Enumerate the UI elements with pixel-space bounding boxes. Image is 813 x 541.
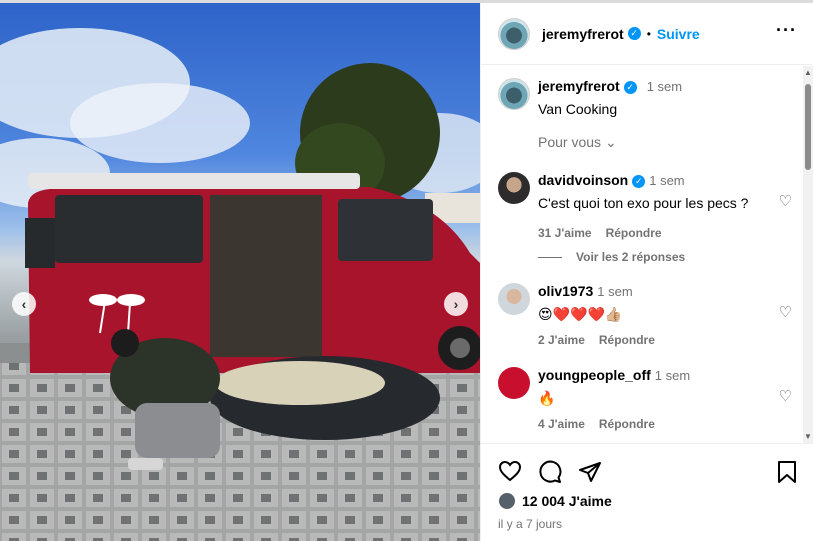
reply-button[interactable]: Répondre bbox=[606, 226, 662, 240]
view-replies-label: Voir les 2 réponses bbox=[576, 250, 686, 264]
replies-line bbox=[538, 257, 562, 259]
heart-icon[interactable]: ♡ bbox=[779, 303, 792, 321]
commenter-avatar[interactable] bbox=[498, 283, 530, 315]
chevron-down-icon: ⌄ bbox=[604, 134, 617, 150]
reply-button[interactable]: Répondre bbox=[599, 417, 655, 431]
liker-avatar bbox=[498, 492, 516, 510]
comment-username[interactable]: oliv1973 bbox=[538, 283, 593, 299]
post-details-panel: jeremyfrerot ✓ • Suivre ··· jeremyfrerot… bbox=[480, 3, 813, 541]
share-icon[interactable] bbox=[578, 460, 602, 484]
caption-username[interactable]: jeremyfrerot bbox=[538, 78, 620, 94]
follow-button[interactable]: Suivre bbox=[657, 26, 700, 42]
commenter-avatar[interactable] bbox=[498, 172, 530, 204]
likes-count: 12 004 bbox=[522, 493, 565, 509]
verified-badge-icon: ✓ bbox=[627, 27, 641, 40]
comment-item: youngpeople_off 1 sem 🔥 4 J'aime Répondre … bbox=[498, 367, 798, 443]
post-actions: 12 004 J'aime il y a 7 jours bbox=[481, 443, 813, 541]
comment-time[interactable]: 1 sem bbox=[597, 284, 632, 299]
for-you-toggle[interactable]: Pour vous ⌄ bbox=[538, 134, 617, 151]
view-replies-button[interactable]: Voir les 2 réponses bbox=[538, 250, 685, 264]
comment-likes[interactable]: 2 J'aime bbox=[538, 333, 585, 347]
heart-icon[interactable]: ♡ bbox=[779, 192, 792, 210]
heart-icon[interactable]: ♡ bbox=[779, 387, 792, 405]
author-username[interactable]: jeremyfrerot bbox=[542, 26, 624, 42]
previous-photo-button[interactable]: ‹ bbox=[12, 292, 36, 316]
post-header: jeremyfrerot ✓ • Suivre ··· bbox=[481, 3, 813, 65]
caption-row: jeremyfrerot ✓ 1 sem Van Cooking bbox=[498, 78, 798, 168]
bookmark-icon[interactable] bbox=[777, 460, 797, 484]
more-icon[interactable]: ··· bbox=[776, 21, 797, 39]
comment-likes[interactable]: 4 J'aime bbox=[538, 417, 585, 431]
post-viewer: ‹ › jeremyfrerot ✓ • Suivre ··· jeremyfr… bbox=[0, 0, 813, 541]
comment-time[interactable]: 1 sem bbox=[655, 368, 690, 383]
comments-scrollbar[interactable]: ▲ ▼ bbox=[803, 66, 813, 443]
comment-likes[interactable]: 31 J'aime bbox=[538, 226, 592, 240]
comment-item: oliv1973 1 sem 😍❤️❤️❤️👍🏼 2 J'aime Répondre… bbox=[498, 283, 798, 363]
caption-time[interactable]: 1 sem bbox=[647, 79, 682, 94]
next-photo-button[interactable]: › bbox=[444, 292, 468, 316]
verified-badge-icon: ✓ bbox=[632, 175, 646, 188]
comments-list[interactable]: jeremyfrerot ✓ 1 sem Van Cooking Pour vous… bbox=[481, 66, 813, 443]
comment-time[interactable]: 1 sem bbox=[649, 173, 684, 188]
scrollbar-thumb[interactable] bbox=[805, 84, 811, 170]
verified-badge-icon: ✓ bbox=[623, 81, 637, 94]
van-photo-illustration bbox=[0, 28, 480, 541]
caption-text: Van Cooking bbox=[538, 101, 618, 117]
comment-text: 🔥 bbox=[538, 390, 556, 406]
heart-icon[interactable] bbox=[498, 460, 522, 482]
likes-summary[interactable]: 12 004 J'aime bbox=[498, 492, 612, 510]
for-you-label: Pour vous bbox=[538, 134, 602, 150]
reply-button[interactable]: Répondre bbox=[599, 333, 655, 347]
commenter-avatar[interactable] bbox=[498, 367, 530, 399]
likes-label: J'aime bbox=[568, 493, 612, 509]
comment-text: C'est quoi ton exo pour les pecs ? bbox=[538, 195, 749, 211]
scroll-down-icon[interactable]: ▼ bbox=[804, 432, 812, 441]
comment-text: 😍❤️❤️❤️👍🏼 bbox=[538, 306, 623, 322]
comment-username[interactable]: youngpeople_off bbox=[538, 367, 651, 383]
post-photo[interactable]: ‹ › bbox=[0, 3, 480, 541]
comment-username[interactable]: davidvoinson bbox=[538, 172, 628, 188]
comment-icon[interactable] bbox=[538, 460, 562, 484]
comment-item: davidvoinson ✓ 1 sem C'est quoi ton exo po… bbox=[498, 172, 798, 282]
separator-dot: • bbox=[646, 26, 651, 41]
author-avatar[interactable] bbox=[498, 78, 530, 110]
post-timestamp[interactable]: il y a 7 jours bbox=[498, 517, 562, 531]
author-avatar[interactable] bbox=[498, 17, 530, 50]
scroll-up-icon[interactable]: ▲ bbox=[804, 68, 812, 77]
